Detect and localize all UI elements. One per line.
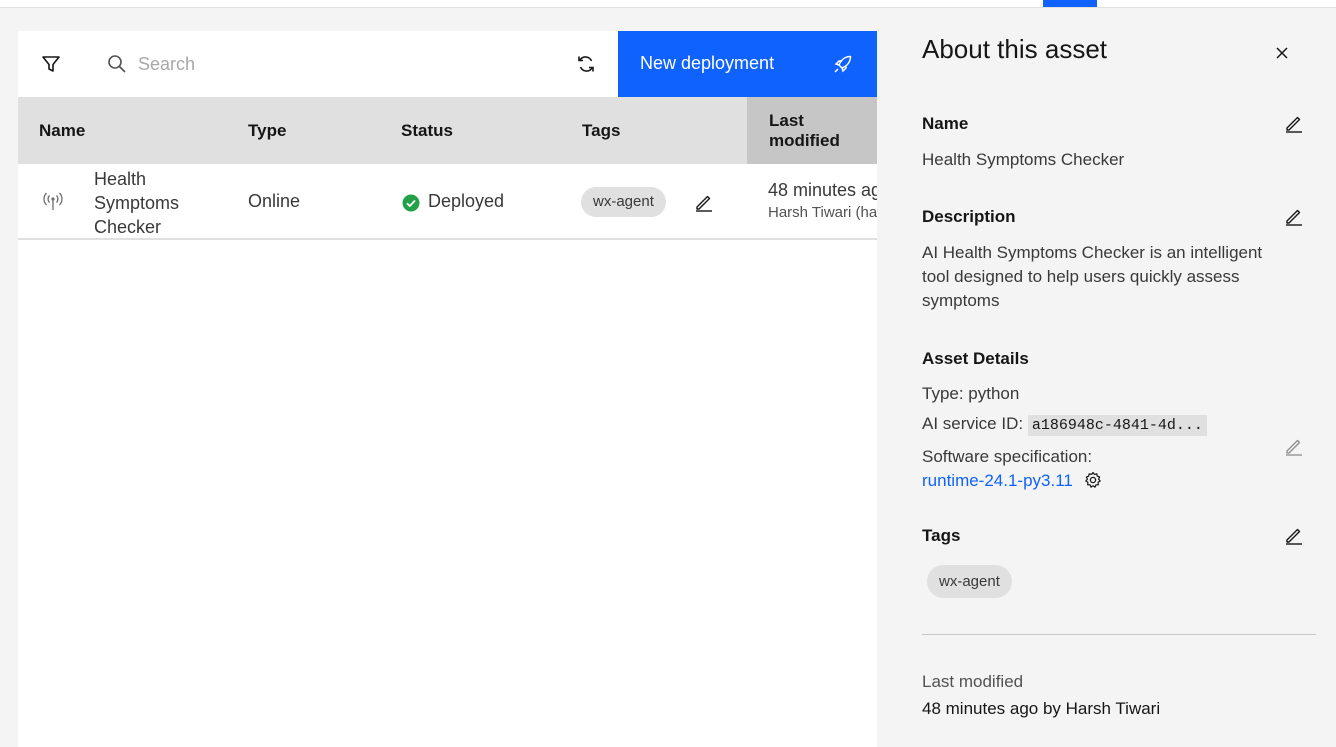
column-header-tags[interactable]: Tags (582, 121, 620, 141)
name-label: Name (922, 114, 969, 133)
edit-icon[interactable] (1283, 435, 1305, 457)
edit-icon[interactable] (693, 191, 715, 213)
row-modified-by: Harsh Tiwari (harsh.tiwari) (768, 204, 877, 221)
top-border (0, 0, 1336, 8)
software-spec-label: Software specification: (922, 447, 1093, 466)
row-last-modified: 48 minutes ago Harsh Tiwari (harsh.tiwar… (768, 178, 877, 234)
row-type: Online (248, 191, 301, 211)
column-header-status[interactable]: Status (401, 121, 453, 141)
tags-label: Tags (922, 526, 961, 545)
panel-title: About this asset (922, 34, 1107, 64)
tag-pill: wx-agent (927, 565, 1012, 598)
last-modified-value: 48 minutes ago by Harsh Tiwari (922, 699, 1161, 718)
divider (922, 634, 1316, 635)
new-deployment-button[interactable]: New deployment (618, 31, 877, 97)
tag-pill: wx-agent (581, 187, 666, 217)
asset-type: Type: python (922, 384, 1020, 403)
search-input[interactable] (138, 47, 558, 81)
table-header: Name Type Status Tags Last modified (18, 97, 877, 164)
column-header-type[interactable]: Type (248, 121, 286, 141)
edit-icon[interactable] (1283, 524, 1305, 546)
ai-service-id: AI service ID: a186948c-4841-4d... (922, 412, 1207, 438)
rocket-icon (832, 53, 854, 75)
edit-icon[interactable] (1283, 205, 1305, 227)
close-icon[interactable] (1271, 42, 1293, 64)
ai-service-id-label: AI service ID: (922, 414, 1024, 433)
software-spec: runtime-24.1-py3.11 (922, 469, 1102, 493)
active-nav-indicator (1043, 0, 1097, 7)
description-label: Description (922, 207, 1016, 226)
table-row[interactable]: Health Symptoms Checker Online Deployed … (18, 164, 877, 240)
software-spec-link[interactable]: runtime-24.1-py3.11 (922, 471, 1073, 490)
deployments-table-container: New deployment Name Type Status Tags Las… (18, 31, 877, 747)
table-toolbar: New deployment (18, 31, 877, 97)
asset-description: AI Health Symptoms Checker is an intelli… (922, 243, 1263, 310)
settings-icon[interactable] (1084, 471, 1102, 489)
checkmark-filled-icon (402, 194, 420, 212)
filter-icon[interactable] (40, 53, 62, 75)
asset-name: Health Symptoms Checker (922, 150, 1125, 169)
new-deployment-label: New deployment (640, 53, 775, 73)
about-asset-panel: About this asset Name Health Symptoms Ch… (899, 8, 1336, 747)
broadcast-icon (40, 191, 66, 213)
asset-details-label: Asset Details (922, 349, 1029, 368)
row-modified-time: 48 minutes ago (768, 180, 877, 200)
edit-icon[interactable] (1283, 112, 1305, 134)
row-name[interactable]: Health Symptoms Checker (94, 167, 204, 239)
ai-service-id-value: a186948c-4841-4d... (1027, 415, 1207, 436)
search-icon (106, 53, 128, 75)
refresh-icon[interactable] (575, 53, 597, 75)
column-header-last-modified[interactable]: Last modified (769, 111, 859, 151)
row-status: Deployed (428, 191, 505, 211)
last-modified-label: Last modified (922, 672, 1024, 691)
column-header-name[interactable]: Name (39, 121, 85, 141)
